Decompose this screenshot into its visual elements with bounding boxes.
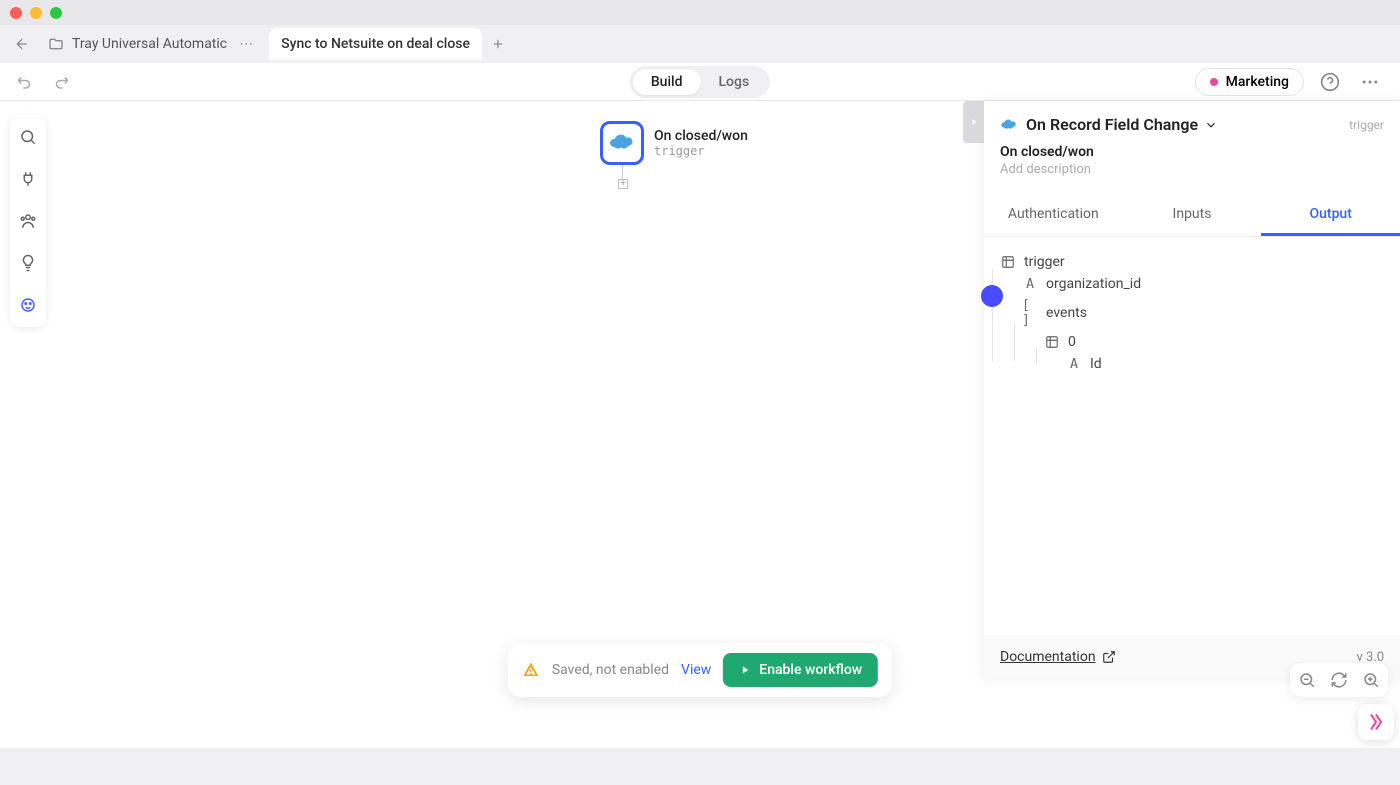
- object-icon: [1000, 255, 1016, 269]
- build-mode-button[interactable]: Build: [633, 69, 701, 95]
- collapse-panel-button[interactable]: [963, 101, 984, 143]
- window-titlebar: [0, 0, 1400, 25]
- tree-node-root[interactable]: trigger: [1000, 251, 1384, 273]
- more-button[interactable]: [1356, 68, 1384, 96]
- environment-chip[interactable]: Marketing: [1195, 68, 1304, 96]
- salesforce-icon: [1000, 118, 1018, 132]
- ai-button[interactable]: [14, 291, 42, 319]
- brand-fab-button[interactable]: [1358, 704, 1394, 740]
- brand-icon: [1366, 712, 1386, 732]
- environment-dot-icon: [1210, 78, 1218, 86]
- status-bar: Saved, not enabled View Enable workflow: [508, 643, 892, 697]
- toolbar: Build Logs Marketing: [0, 63, 1400, 101]
- chevron-down-icon: [1204, 118, 1218, 132]
- status-text: Saved, not enabled: [552, 662, 669, 678]
- new-tab-button[interactable]: [482, 28, 514, 60]
- external-link-icon: [1102, 650, 1116, 664]
- add-step-button[interactable]: +: [618, 179, 628, 189]
- workflow-canvas[interactable]: On closed/won trigger + On Record Field …: [0, 101, 1400, 748]
- zoom-reset-button[interactable]: [1330, 671, 1348, 689]
- tab-project[interactable]: Tray Universal Automatic ⋯: [36, 28, 269, 60]
- tab-output[interactable]: Output: [1261, 195, 1400, 236]
- undo-button[interactable]: [16, 73, 34, 91]
- tab-more-button[interactable]: ⋯: [235, 36, 257, 52]
- zoom-out-button[interactable]: [1298, 671, 1316, 689]
- window-maximize-icon[interactable]: [50, 7, 62, 19]
- mode-toggle: Build Logs: [630, 66, 770, 98]
- step-description-input[interactable]: Add description: [1000, 162, 1384, 177]
- tab-workflow[interactable]: Sync to Netsuite on deal close: [269, 28, 482, 60]
- view-link[interactable]: View: [681, 662, 711, 678]
- left-rail: [10, 115, 46, 327]
- tab-authentication[interactable]: Authentication: [984, 195, 1123, 236]
- search-button[interactable]: [14, 123, 42, 151]
- help-button[interactable]: [1316, 68, 1344, 96]
- object-icon: [1044, 335, 1060, 349]
- team-button[interactable]: [14, 207, 42, 235]
- tab-label: Sync to Netsuite on deal close: [281, 36, 470, 52]
- tab-inputs[interactable]: Inputs: [1123, 195, 1262, 236]
- step-name[interactable]: On closed/won: [1000, 144, 1384, 160]
- salesforce-icon: [608, 133, 636, 153]
- window-minimize-icon[interactable]: [30, 7, 42, 19]
- node-subtitle: trigger: [654, 144, 748, 158]
- tree-node-field[interactable]: A Id: [1000, 353, 1384, 375]
- zoom-controls: [1290, 663, 1388, 697]
- node-connector-line: [622, 165, 623, 179]
- string-icon: A: [1066, 357, 1082, 372]
- play-icon: [739, 664, 751, 676]
- string-icon: A: [1022, 277, 1038, 292]
- warning-icon: [522, 661, 540, 679]
- node-title: On closed/won: [654, 128, 748, 144]
- tree-node-item[interactable]: 0: [1000, 331, 1384, 353]
- back-button[interactable]: [8, 30, 36, 58]
- redo-button[interactable]: [52, 73, 70, 91]
- suggestions-button[interactable]: [14, 249, 42, 277]
- panel-tabs: Authentication Inputs Output: [984, 195, 1400, 237]
- window-close-icon[interactable]: [10, 7, 22, 19]
- environment-label: Marketing: [1226, 74, 1289, 90]
- panel-title[interactable]: On Record Field Change: [1026, 115, 1341, 134]
- tabbar: Tray Universal Automatic ⋯ Sync to Netsu…: [0, 25, 1400, 63]
- node-icon-box: [600, 121, 644, 165]
- folder-icon: [48, 36, 64, 52]
- enable-workflow-button[interactable]: Enable workflow: [723, 653, 878, 687]
- output-tree: trigger A organization_id [ ] events 0 A…: [984, 237, 1400, 635]
- connectors-button[interactable]: [14, 165, 42, 193]
- workflow-node-trigger[interactable]: On closed/won trigger: [600, 121, 748, 165]
- array-icon: [ ]: [1022, 298, 1038, 328]
- tree-node-array[interactable]: [ ] events: [1000, 295, 1384, 331]
- tab-label: Tray Universal Automatic: [72, 36, 227, 52]
- bottom-bar: [0, 748, 1400, 785]
- tree-node-field[interactable]: A organization_id: [1000, 273, 1384, 295]
- panel-badge: trigger: [1349, 118, 1384, 132]
- zoom-in-button[interactable]: [1362, 671, 1380, 689]
- inspector-panel: On Record Field Change trigger On closed…: [984, 101, 1400, 679]
- documentation-link[interactable]: Documentation: [1000, 649, 1116, 665]
- logs-mode-button[interactable]: Logs: [701, 69, 768, 95]
